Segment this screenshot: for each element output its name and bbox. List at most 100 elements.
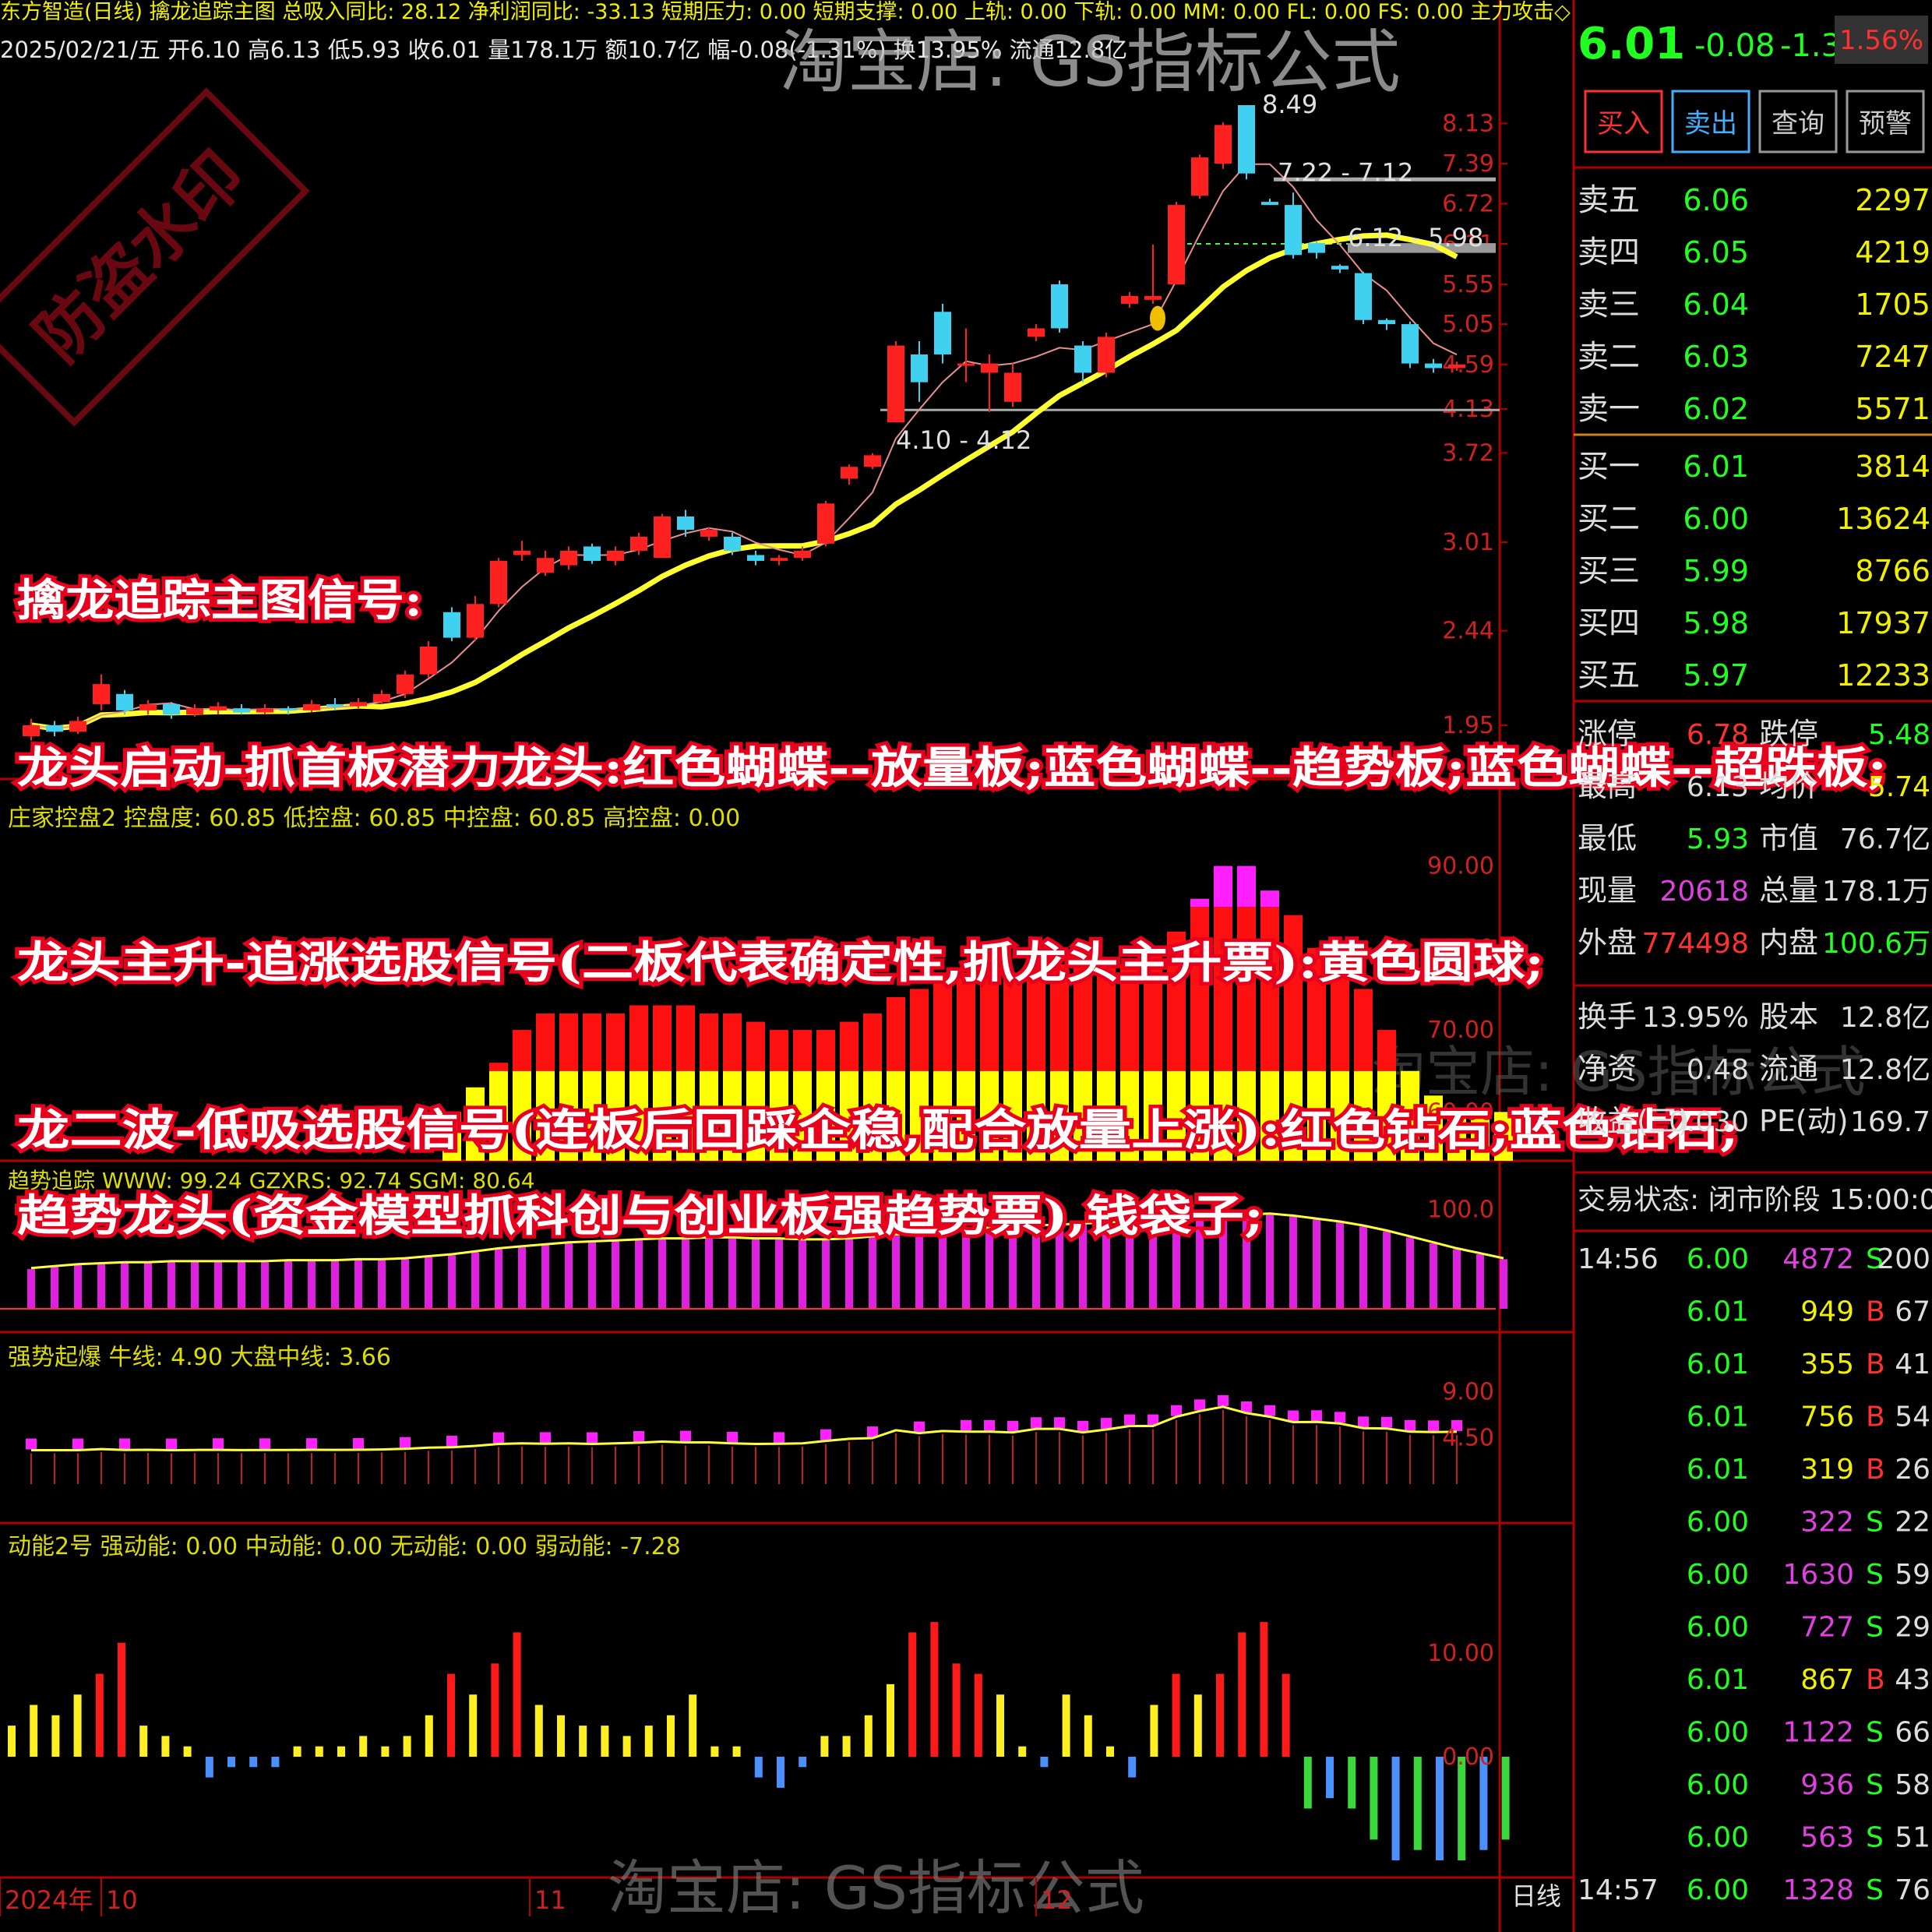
candle-body [256, 708, 273, 713]
control-bar-mid [1237, 907, 1256, 1071]
strong-y-axis: 9.00 4.50 [1442, 1378, 1494, 1451]
control-bar-mid [1214, 907, 1232, 1071]
momentum-bar [644, 1726, 653, 1757]
book-volume: 7247 [1855, 340, 1930, 374]
momentum-bar [601, 1726, 609, 1757]
quote-panel: 6.01-0.08-1.31%1.56%买入卖出查询预警卖五6.062297卖四… [1574, 16, 1932, 1906]
promo-line: 龙头主升-追涨选股信号(二板代表确定性,抓龙头主升票):黄色圆球; [17, 937, 1544, 989]
momentum-bar [447, 1673, 455, 1757]
stock-chart-window[interactable]: 东方智造(日线) 擒龙追踪主图 总吸入同比: 28.12 净利润同比: -33.… [0, 0, 1932, 1932]
trend-bar [425, 1257, 432, 1309]
control-bar-high [1214, 866, 1232, 908]
candle-body [1355, 273, 1372, 320]
buy-button[interactable]: 买入 [1597, 108, 1650, 139]
query-button[interactable]: 查询 [1772, 108, 1824, 139]
trend-bar [401, 1259, 409, 1309]
tick-side: S [1866, 1822, 1884, 1854]
strong-square [1358, 1416, 1369, 1428]
tick-volume: 1630 [1782, 1559, 1854, 1591]
candle-body [1401, 324, 1419, 364]
stat-label: 涨停 [1578, 717, 1637, 751]
alert-button[interactable]: 预警 [1859, 108, 1912, 139]
sell-button[interactable]: 卖出 [1684, 108, 1737, 139]
tick-price: 6.00 [1687, 1612, 1749, 1644]
stat-label: 总量 [1759, 873, 1818, 908]
strong-markers[interactable] [26, 1394, 1462, 1484]
candle-body [1425, 363, 1442, 368]
trend-bar [214, 1262, 222, 1309]
candle-body [139, 703, 157, 710]
trend-bar [261, 1262, 269, 1309]
main-y-tick-label: 3.72 [1442, 439, 1494, 467]
tick-side: B [1866, 1401, 1885, 1433]
momentum-bar [469, 1694, 478, 1757]
momentum-bar [513, 1632, 521, 1757]
trend-bar [682, 1239, 689, 1309]
momentum-bar [842, 1736, 851, 1757]
trend-bar [1359, 1226, 1367, 1309]
tick-count: 58 [1895, 1769, 1930, 1801]
control-bar-mid [559, 1014, 578, 1071]
trend-bar [354, 1260, 362, 1309]
stat-value: 6.13 [1687, 771, 1749, 803]
book-price: 6.06 [1683, 183, 1749, 217]
book-level-label: 卖二 [1578, 339, 1640, 375]
book-level-label: 买二 [1578, 501, 1640, 537]
trend-bar [799, 1240, 806, 1309]
trend-bar [1336, 1222, 1344, 1309]
tick-price: 6.00 [1687, 1769, 1749, 1801]
strong-square [1054, 1417, 1065, 1429]
price-annotation: 7.22 - 7.12 [1278, 158, 1413, 188]
book-volume: 3814 [1855, 450, 1930, 484]
candle-body [373, 693, 390, 703]
candle-body [841, 467, 858, 479]
ma-yellow-line [30, 232, 1458, 732]
period-label[interactable]: 日线 [1511, 1881, 1561, 1911]
trend-bar [97, 1264, 105, 1309]
book-volume: 17937 [1836, 606, 1930, 640]
candle-body [1144, 295, 1162, 300]
trend-bar [284, 1260, 292, 1309]
trend-bar [51, 1267, 58, 1309]
momentum-bar [732, 1746, 741, 1757]
stat-label: 最高 [1578, 769, 1637, 803]
tick-count: 29 [1895, 1612, 1930, 1644]
tick-price: 6.01 [1687, 1349, 1749, 1380]
momentum-bar [425, 1715, 433, 1757]
momentum-panel-header: 动能2号 强动能: 0.00 中动能: 0.00 无动能: 0.00 弱动能: … [8, 1533, 681, 1560]
stat-value: 13.95% [1642, 1002, 1749, 1034]
control-bar-mid [1260, 907, 1279, 1071]
strong-square [1405, 1419, 1416, 1431]
trend-bar [1289, 1216, 1297, 1309]
momentum-bar [1018, 1746, 1027, 1757]
strong-square [774, 1432, 784, 1444]
trend-bar [939, 1231, 947, 1309]
momentum-bar [8, 1726, 16, 1757]
candle-body [490, 560, 507, 605]
tick-volume: 727 [1800, 1612, 1854, 1644]
control-bar-high [1237, 866, 1256, 908]
tick-volume: 322 [1800, 1507, 1854, 1539]
momentum-bar [1391, 1757, 1400, 1860]
candle-body [1378, 319, 1395, 325]
price-change: -0.08 [1694, 28, 1775, 64]
candle-body [700, 530, 717, 537]
strong-square [1334, 1412, 1345, 1423]
trend-bar [565, 1243, 573, 1309]
momentum-bars[interactable] [8, 1622, 1510, 1860]
x-tick-label: 11 [534, 1885, 566, 1915]
book-price: 6.02 [1683, 392, 1749, 426]
trading-status: 交易状态: 闭市阶段 15:00:00 [1578, 1184, 1932, 1216]
strong-square [984, 1419, 995, 1431]
trend-bar [238, 1262, 245, 1309]
trend-bar [541, 1245, 549, 1309]
strong-y-tick-label: 4.50 [1442, 1425, 1494, 1452]
tick-count: 51 [1895, 1822, 1930, 1854]
strong-square [680, 1430, 691, 1442]
momentum-bar [864, 1715, 873, 1757]
trend-bar [495, 1249, 502, 1309]
control-bar-mid [887, 997, 905, 1071]
tick-volume: 563 [1800, 1822, 1854, 1854]
tick-count: 41 [1895, 1349, 1930, 1380]
book-volume: 8766 [1855, 554, 1930, 588]
